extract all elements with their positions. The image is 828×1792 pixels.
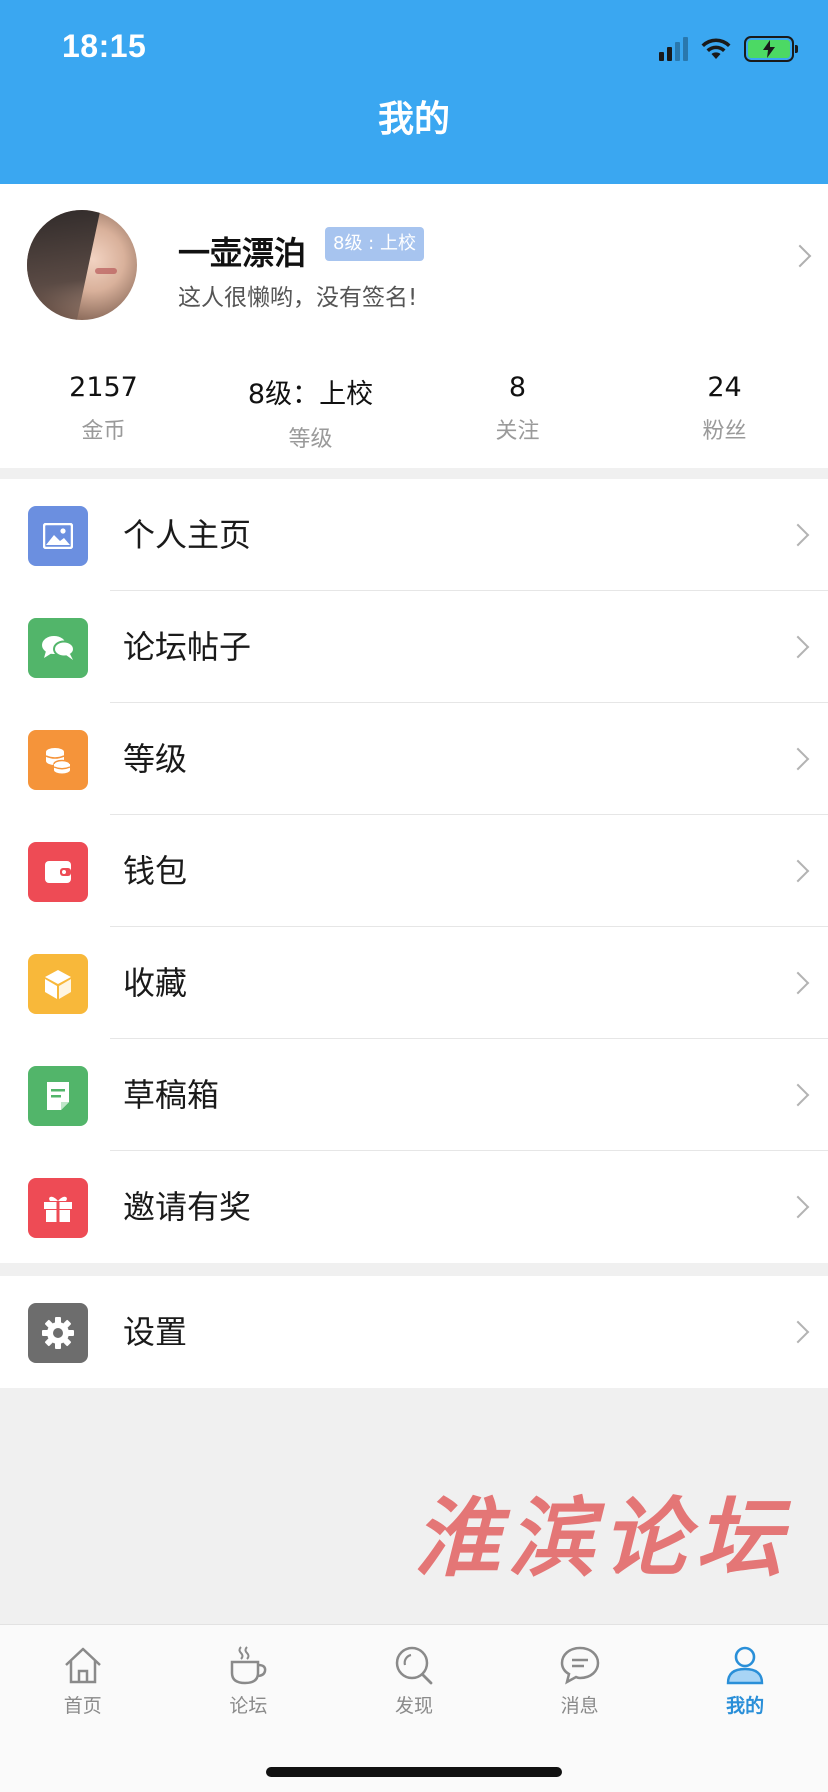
box-icon [28, 954, 88, 1014]
home-indicator[interactable] [266, 1767, 562, 1777]
bottom-tab-bar: 首页 论坛 发现 消息 我的 [0, 1624, 828, 1792]
chevron-right-icon [786, 971, 810, 995]
menu-item-homepage[interactable]: 个人主页 [0, 479, 828, 591]
stat-label: 关注 [495, 419, 540, 444]
stat-value: 24 [707, 372, 742, 403]
stat-coins[interactable]: 2157 金币 [0, 372, 207, 452]
menu-item-label: 个人主页 [123, 516, 252, 554]
stat-fans[interactable]: 24 粉丝 [621, 372, 828, 452]
menu-item-label: 草稿箱 [123, 1076, 220, 1114]
stat-following[interactable]: 8 关注 [414, 372, 621, 452]
menu-item-invite-reward[interactable]: 邀请有奖 [0, 1151, 828, 1263]
chat-bubbles-icon [28, 618, 88, 678]
stat-label: 等级 [288, 427, 333, 452]
message-icon [560, 1646, 599, 1685]
tab-mine[interactable]: 我的 [662, 1625, 828, 1729]
stat-value: 2157 [69, 372, 138, 403]
page-title: 我的 [377, 99, 450, 140]
gear-icon [28, 1303, 88, 1363]
coins-icon [28, 730, 88, 790]
menu-item-label: 收藏 [123, 964, 188, 1002]
search-icon [395, 1646, 433, 1685]
status-time: 18:15 [62, 28, 147, 64]
menu-item-label: 钱包 [123, 852, 188, 890]
profile-stats: 2157 金币 8级：上校 等级 8 关注 24 粉丝 [0, 372, 828, 452]
menu-item-level[interactable]: 等级 [0, 703, 828, 815]
battery-icon [744, 36, 798, 62]
coffee-cup-icon [231, 1646, 267, 1685]
chevron-right-icon [786, 747, 810, 771]
profile-card[interactable]: 一壶漂泊 8级 : 上校 这人很懒哟，没有签名! 2157 金币 8级：上校 等… [0, 184, 828, 468]
tab-messages[interactable]: 消息 [497, 1625, 663, 1729]
menu-item-label: 邀请有奖 [123, 1188, 252, 1226]
tab-label: 消息 [560, 1695, 599, 1717]
menu-item-label: 论坛帖子 [123, 628, 252, 666]
tab-label: 发现 [394, 1695, 433, 1717]
watermark-logo: 淮滨论坛 [414, 1488, 790, 1589]
chevron-right-icon [788, 244, 812, 268]
stat-value: 8级：上校 [247, 379, 374, 410]
stat-level[interactable]: 8级：上校 等级 [207, 372, 414, 452]
charging-bolt-icon [763, 40, 775, 58]
avatar[interactable] [27, 210, 137, 320]
tab-forum[interactable]: 论坛 [166, 1625, 332, 1729]
wallet-icon [28, 842, 88, 902]
menu-item-settings[interactable]: 设置 [0, 1276, 828, 1388]
note-icon [28, 1066, 88, 1126]
cellular-signal-icon [659, 37, 688, 61]
image-icon [28, 506, 88, 566]
menu-item-drafts[interactable]: 草稿箱 [0, 1039, 828, 1151]
tab-label: 首页 [63, 1695, 102, 1717]
wifi-icon [701, 38, 731, 59]
home-icon [64, 1647, 101, 1684]
status-icons [659, 34, 798, 64]
chevron-right-icon [786, 859, 810, 883]
chevron-right-icon [786, 1320, 810, 1344]
menu-item-label: 设置 [123, 1313, 188, 1351]
tab-label: 论坛 [229, 1695, 268, 1717]
stat-label: 金币 [81, 419, 126, 444]
tab-home[interactable]: 首页 [0, 1625, 166, 1729]
chevron-right-icon [786, 635, 810, 659]
top-header: 18:15 我的 [0, 0, 828, 184]
gift-icon [28, 1178, 88, 1238]
settings-group: 设置 [0, 1276, 828, 1388]
stat-label: 粉丝 [702, 419, 747, 444]
menu-item-wallet[interactable]: 钱包 [0, 815, 828, 927]
menu-item-favorites[interactable]: 收藏 [0, 927, 828, 1039]
menu-item-label: 等级 [123, 740, 188, 778]
user-icon [726, 1646, 764, 1685]
username: 一壶漂泊 [178, 234, 307, 272]
menu-list: 个人主页 论坛帖子 等级 钱包 收藏 草稿箱 邀请有奖 [0, 479, 828, 1263]
chevron-right-icon [786, 523, 810, 547]
tab-discover[interactable]: 发现 [331, 1625, 497, 1729]
level-badge: 8级 : 上校 [325, 227, 424, 261]
menu-item-forum-posts[interactable]: 论坛帖子 [0, 591, 828, 703]
signature: 这人很懒哟，没有签名! [178, 285, 418, 311]
chevron-right-icon [786, 1083, 810, 1107]
stat-value: 8 [508, 372, 527, 403]
chevron-right-icon [786, 1195, 810, 1219]
tab-label: 我的 [726, 1695, 765, 1717]
